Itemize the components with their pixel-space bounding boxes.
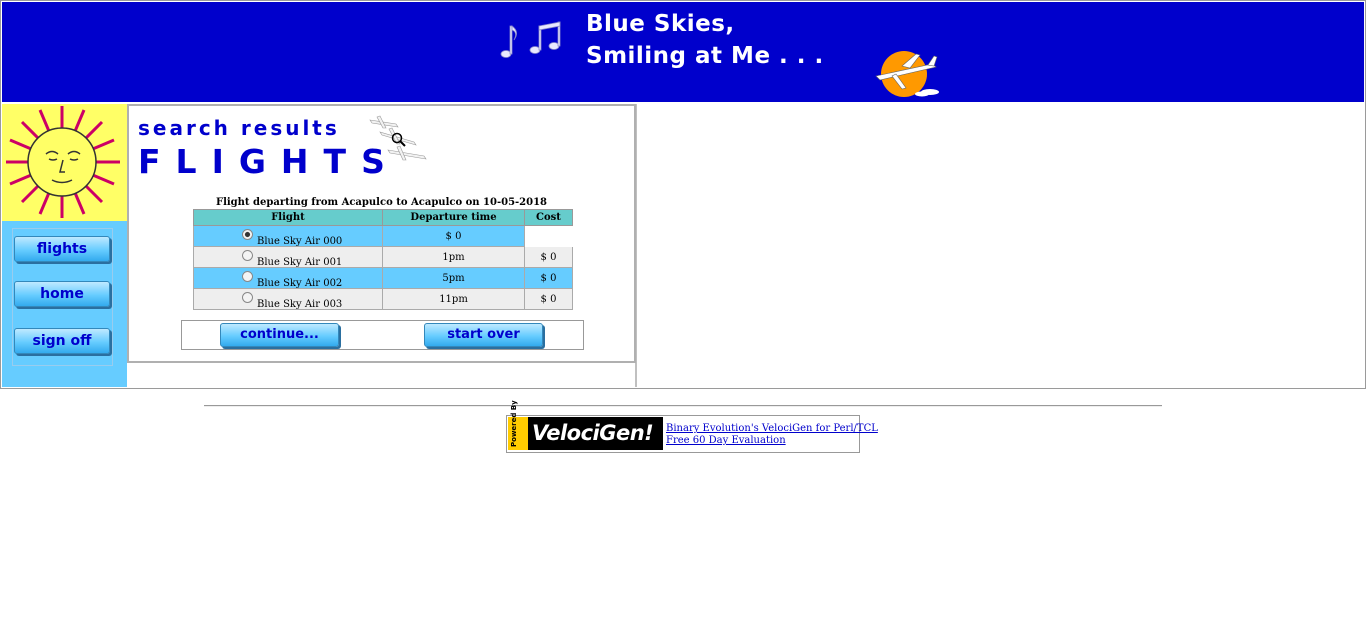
music-notes-icon bbox=[500, 21, 561, 58]
flight-cell: Blue Sky Air 000 bbox=[193, 225, 383, 247]
flight-cell: Blue Sky Air 002 bbox=[193, 267, 383, 289]
cost-cell bbox=[524, 225, 573, 247]
sign-off-nav-button[interactable]: sign off bbox=[14, 328, 110, 354]
flight-radio[interactable] bbox=[242, 228, 253, 240]
cost-cell: $ 0 bbox=[524, 246, 573, 268]
column-header-cost: Cost bbox=[524, 209, 573, 226]
velocigen-product-link[interactable]: Binary Evolution's VelociGen for Perl/TC… bbox=[666, 423, 878, 435]
start-over-button[interactable]: start over bbox=[424, 323, 543, 347]
departure-cell: $ 0 bbox=[382, 225, 525, 247]
velocigen-wordmark: VelociGen! bbox=[532, 421, 654, 445]
table-row[interactable]: Blue Sky Air 002 5pm $ 0 bbox=[193, 267, 573, 289]
banner: Blue Skies, Smiling at Me . . . bbox=[2, 2, 1364, 102]
flight-name: Blue Sky Air 001 bbox=[257, 256, 343, 268]
continue-button[interactable]: continue... bbox=[220, 323, 339, 347]
banner-slogan: Blue Skies, Smiling at Me . . . bbox=[586, 8, 824, 72]
flight-name: Blue Sky Air 003 bbox=[257, 298, 343, 310]
planes-magnifier-icon bbox=[369, 115, 427, 161]
table-row[interactable]: Blue Sky Air 003 11pm $ 0 bbox=[193, 288, 573, 310]
home-nav-button[interactable]: home bbox=[14, 281, 110, 307]
flight-radio[interactable] bbox=[242, 270, 253, 282]
table-row[interactable]: Blue Sky Air 000 $ 0 bbox=[193, 225, 573, 247]
free-evaluation-link[interactable]: Free 60 Day Evaluation bbox=[666, 435, 878, 447]
powered-by-text: Powered By bbox=[510, 400, 518, 447]
flight-radio[interactable] bbox=[242, 249, 253, 261]
flight-cell: Blue Sky Air 003 bbox=[193, 288, 383, 310]
search-results-heading: search results bbox=[138, 116, 340, 140]
sun-face-icon bbox=[6, 106, 120, 218]
powered-by-tag: Powered By bbox=[508, 400, 528, 450]
flight-name: Blue Sky Air 000 bbox=[257, 235, 343, 247]
departure-cell: 5pm bbox=[382, 267, 525, 289]
cost-cell: $ 0 bbox=[524, 288, 573, 310]
search-caption: Flight departing from Acapulco to Acapul… bbox=[215, 197, 548, 208]
column-header-flight: Flight bbox=[193, 209, 383, 226]
velocigen-logo[interactable]: Powered By VelociGen! bbox=[508, 400, 663, 450]
flights-nav-button[interactable]: flights bbox=[14, 236, 110, 262]
content-bottom-strip bbox=[127, 363, 636, 387]
departure-cell: 1pm bbox=[382, 246, 525, 268]
sun-logo bbox=[2, 104, 127, 221]
cost-value: $ 0 bbox=[445, 230, 462, 242]
departure-cell: 11pm bbox=[382, 288, 525, 310]
banner-line-1: Blue Skies, bbox=[586, 11, 735, 37]
flight-results-table: Flight Departure time Cost Blue Sky Air … bbox=[193, 209, 573, 310]
footer-divider bbox=[204, 405, 1162, 407]
table-header-row: Flight Departure time Cost bbox=[193, 209, 573, 226]
column-header-departure: Departure time bbox=[382, 209, 525, 226]
table-row[interactable]: Blue Sky Air 001 1pm $ 0 bbox=[193, 246, 573, 268]
divider bbox=[636, 104, 637, 387]
banner-line-2: Smiling at Me . . . bbox=[586, 43, 824, 69]
flights-heading: FLIGHTS bbox=[138, 142, 400, 181]
velocigen-links: Binary Evolution's VelociGen for Perl/TC… bbox=[666, 423, 878, 447]
cost-cell: $ 0 bbox=[524, 267, 573, 289]
sun-airplane-icon bbox=[875, 51, 939, 97]
flight-radio[interactable] bbox=[242, 291, 253, 303]
flight-cell: Blue Sky Air 001 bbox=[193, 246, 383, 268]
flight-name: Blue Sky Air 002 bbox=[257, 277, 343, 289]
